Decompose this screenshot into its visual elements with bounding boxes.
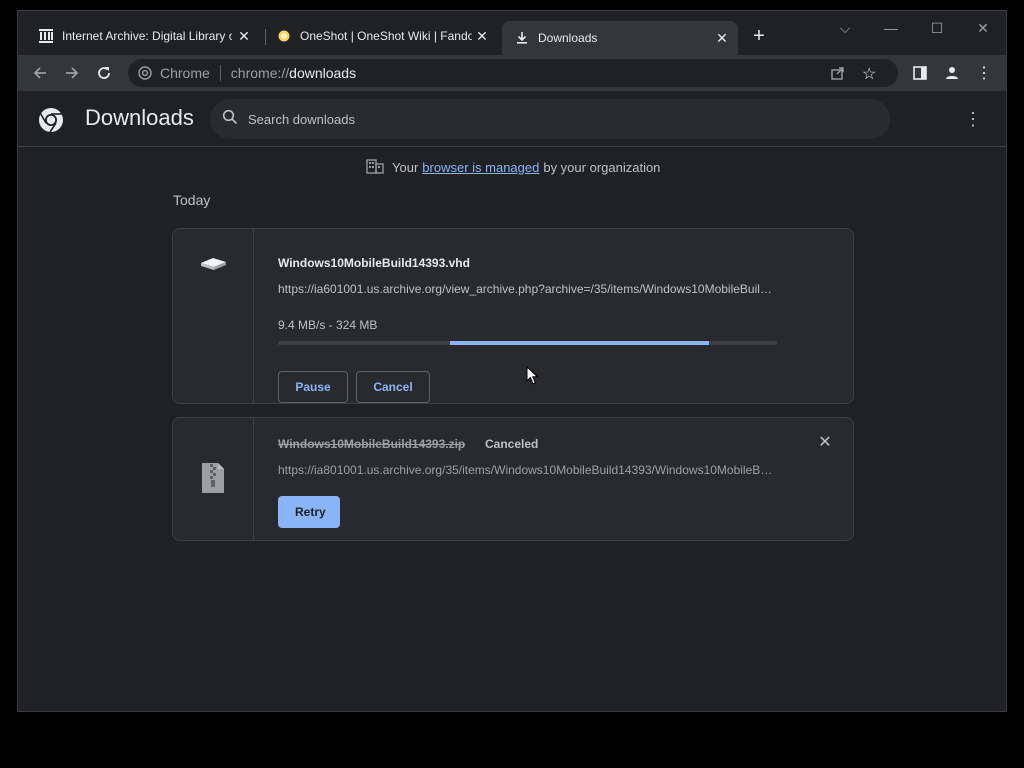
omnibox-url: chrome://downloads — [231, 65, 356, 81]
remove-item-close-icon[interactable]: ✕ — [817, 435, 833, 451]
url-host: downloads — [289, 65, 357, 81]
retry-button[interactable]: Retry — [278, 496, 340, 528]
pause-button[interactable]: Pause — [278, 371, 348, 403]
reload-icon[interactable] — [92, 61, 116, 85]
mouse-cursor-icon — [526, 366, 539, 385]
download-state-badge: Canceled — [485, 437, 539, 451]
download-item: Windows10MobileBuild14393.zip Canceled ✕… — [172, 417, 854, 541]
side-panel-icon[interactable] — [908, 61, 932, 85]
minimize-button[interactable]: — — [868, 17, 914, 39]
managed-notice: Your browser is managed by your organiza… — [366, 158, 660, 177]
browser-window: Internet Archive: Digital Library of Fre… — [17, 10, 1007, 712]
maximize-button[interactable]: ☐ — [914, 17, 960, 39]
tab-oneshot-wiki[interactable]: OneShot | OneShot Wiki | Fandom ✕ — [276, 23, 498, 49]
close-tab-icon[interactable]: ✕ — [236, 27, 252, 45]
progress-fill — [450, 341, 709, 345]
tab-separator — [265, 29, 266, 45]
close-tab-icon[interactable]: ✕ — [714, 29, 730, 47]
download-item: Windows10MobileBuild14393.vhd https://ia… — [172, 228, 854, 404]
download-icon — [514, 30, 530, 46]
managed-prefix: Your — [392, 160, 419, 175]
archive-icon — [38, 28, 54, 44]
file-name: Windows10MobileBuild14393.zip — [278, 437, 466, 451]
bookmark-star-icon[interactable]: ☆ — [862, 64, 876, 84]
progress-bar — [278, 341, 777, 345]
tab-title: Internet Archive: Digital Library of Fre… — [62, 29, 232, 43]
file-icon-column — [173, 418, 254, 540]
search-box[interactable] — [210, 99, 890, 139]
search-icon — [222, 109, 238, 130]
address-bar[interactable]: Chrome chrome://downloads ☆ — [128, 59, 898, 87]
omnibox-chip-label: Chrome — [160, 65, 210, 81]
file-url[interactable]: https://ia601001.us.archive.org/view_arc… — [278, 282, 778, 296]
file-icon-column — [173, 229, 254, 403]
section-label-today: Today — [173, 192, 211, 208]
omnibox-separator — [219, 65, 221, 81]
tab-title: Downloads — [538, 31, 598, 45]
file-name[interactable]: Windows10MobileBuild14393.vhd — [278, 256, 470, 270]
building-icon — [366, 158, 384, 177]
share-icon[interactable] — [830, 65, 846, 86]
chrome-menu-icon[interactable]: ⋮ — [972, 61, 996, 85]
managed-link[interactable]: browser is managed — [422, 160, 539, 175]
chrome-icon — [138, 66, 152, 80]
forward-arrow-icon[interactable] — [60, 61, 84, 85]
disk-drive-icon — [201, 258, 226, 270]
tab-internet-archive[interactable]: Internet Archive: Digital Library of Fre… — [38, 23, 260, 49]
site-info-chip[interactable]: Chrome — [138, 65, 210, 81]
chrome-logo-icon — [39, 108, 63, 133]
file-url[interactable]: https://ia801001.us.archive.org/35/items… — [278, 463, 778, 477]
page-title: Downloads — [85, 105, 194, 130]
managed-suffix: by your organization — [543, 160, 661, 175]
cancel-button[interactable]: Cancel — [356, 371, 430, 403]
toolbar: Chrome chrome://downloads ☆ ⋮ — [18, 55, 1006, 91]
more-options-icon[interactable]: ⋮ — [964, 109, 982, 129]
back-arrow-icon[interactable] — [28, 61, 52, 85]
profile-icon[interactable] — [940, 61, 964, 85]
zip-file-icon — [202, 463, 224, 493]
new-tab-button[interactable]: + — [748, 25, 770, 47]
close-tab-icon[interactable]: ✕ — [474, 27, 490, 45]
download-status: 9.4 MB/s - 324 MB — [278, 318, 378, 332]
lightbulb-icon — [276, 28, 292, 44]
tab-strip: Internet Archive: Digital Library of Fre… — [18, 11, 1006, 55]
close-window-button[interactable]: ✕ — [960, 17, 1006, 39]
downloads-header: Downloads ⋮ — [18, 91, 1006, 147]
tab-downloads[interactable]: Downloads ✕ — [502, 21, 738, 55]
tab-title: OneShot | OneShot Wiki | Fandom — [300, 29, 472, 43]
url-scheme: chrome:// — [230, 65, 290, 81]
search-input[interactable] — [248, 111, 848, 127]
tab-search-chevron-icon[interactable]: ⌵ — [822, 17, 868, 39]
